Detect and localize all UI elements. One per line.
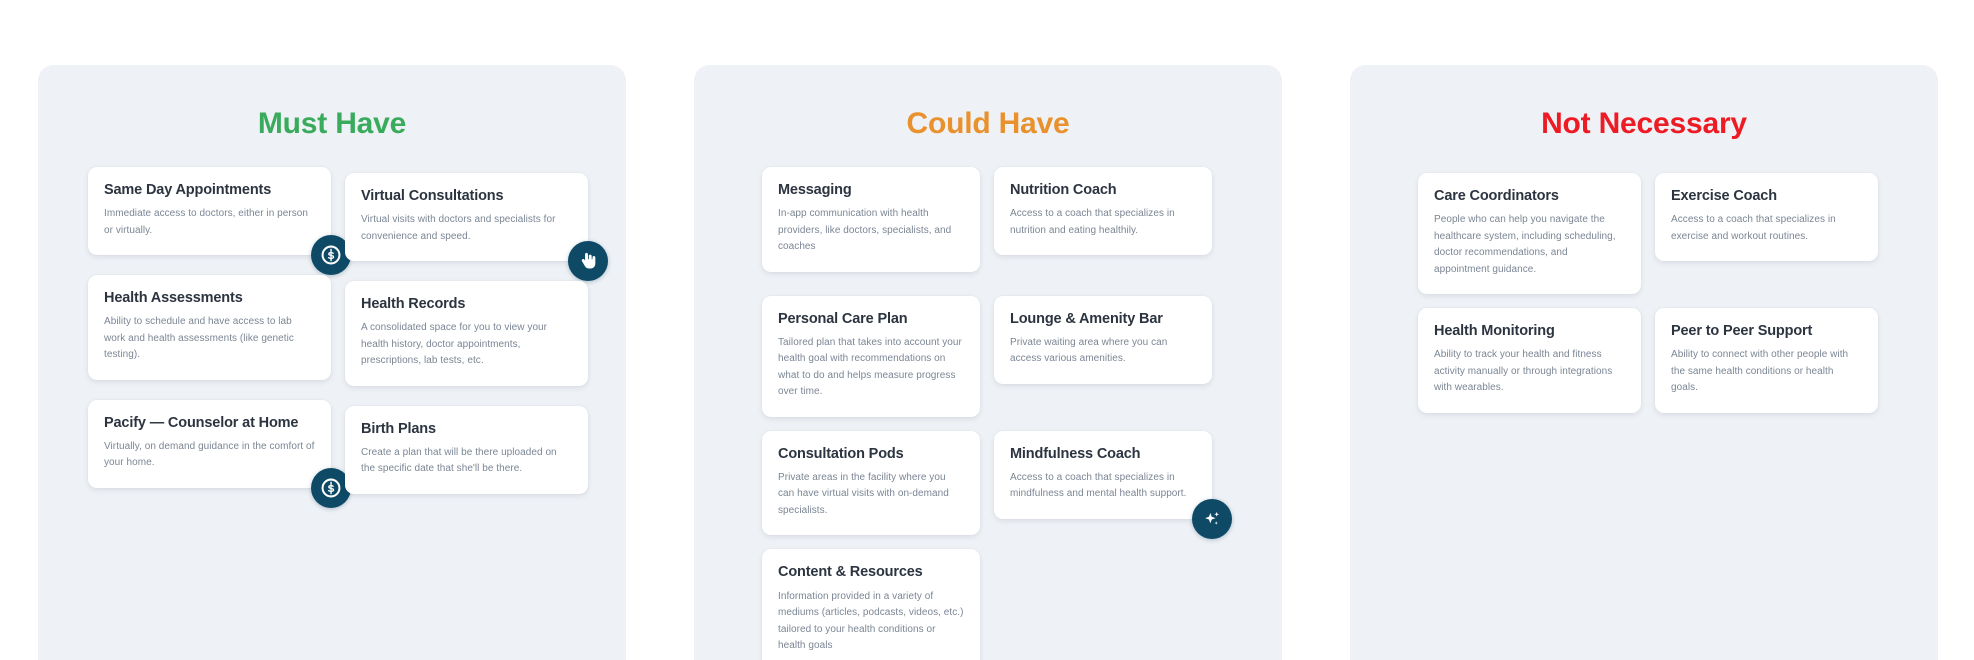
card-description: In-app communication with health provide… xyxy=(778,208,952,253)
sparkle-icon[interactable] xyxy=(1192,498,1232,539)
card-title: Lounge & Amenity Bar xyxy=(1010,310,1163,327)
card-title: Exercise Coach xyxy=(1671,188,1777,204)
card-title: Mindfulness Coach xyxy=(1010,445,1141,462)
card-birth-plans[interactable]: Birth Plans Create a plan that will be t… xyxy=(345,405,588,494)
card-grid-not-necessary: Care Coordinators People who can help yo… xyxy=(1350,167,1938,413)
card-description: Access to a coach that specializes in nu… xyxy=(1010,208,1175,236)
card-description: Tailored plan that takes into account yo… xyxy=(778,336,962,398)
card-description: Information provided in a variety of med… xyxy=(778,590,964,652)
pointing-hand-icon[interactable] xyxy=(568,241,608,282)
card-title: Health Records xyxy=(361,296,466,313)
card-same-day-appointments[interactable]: Same Day Appointments Immediate access t… xyxy=(88,167,351,276)
card-title: Content & Resources xyxy=(778,564,923,581)
card-description: Create a plan that will be there uploade… xyxy=(361,446,557,475)
card-personal-care-plan[interactable]: Personal Care Plan Tailored plan that ta… xyxy=(762,295,980,417)
card-title: Nutrition Coach xyxy=(1010,182,1117,198)
column-title-could-have: Could Have xyxy=(906,107,1070,140)
card-health-records[interactable]: Health Records A consolidated space for … xyxy=(345,281,588,386)
card-title: Consultation Pods xyxy=(778,445,904,462)
card-title: Health Assessments xyxy=(104,290,243,307)
column-must-have: Must Have Same Day Appointments Immediat… xyxy=(38,65,626,660)
card-description: Immediate access to doctors, either in p… xyxy=(104,208,309,236)
card-description: Virtually, on demand guidance in the com… xyxy=(104,440,315,469)
card-title: Health Monitoring xyxy=(1434,323,1555,340)
card-description: Ability to schedule and have access to l… xyxy=(104,316,294,361)
card-mindfulness-coach[interactable]: Mindfulness Coach Access to a coach that… xyxy=(994,430,1232,539)
card-description: A consolidated space for you to view you… xyxy=(361,322,548,367)
card-title: Same Day Appointments xyxy=(104,182,272,198)
card-pacify-counselor-at-home[interactable]: Pacify — Counselor at Home Virtually, on… xyxy=(88,399,351,508)
card-title: Care Coordinators xyxy=(1434,188,1559,204)
card-title: Birth Plans xyxy=(361,420,436,437)
card-description: Private areas in the facility where you … xyxy=(778,471,949,516)
card-health-monitoring[interactable]: Health Monitoring Ability to track your … xyxy=(1418,308,1641,413)
card-consultation-pods[interactable]: Consultation Pods Private areas in the f… xyxy=(762,430,980,536)
card-peer-to-peer-support[interactable]: Peer to Peer Support Ability to connect … xyxy=(1655,308,1878,413)
card-content-resources[interactable]: Content & Resources Information provided… xyxy=(762,549,980,660)
card-title: Virtual Consultations xyxy=(361,188,504,204)
card-exercise-coach[interactable]: Exercise Coach Access to a coach that sp… xyxy=(1655,173,1878,262)
card-description: Private waiting area where you can acces… xyxy=(1010,336,1168,365)
card-nutrition-coach[interactable]: Nutrition Coach Access to a coach that s… xyxy=(994,167,1212,256)
card-title: Personal Care Plan xyxy=(778,310,908,327)
card-description: People who can help you navigate the hea… xyxy=(1434,214,1616,275)
card-lounge-amenity-bar[interactable]: Lounge & Amenity Bar Private waiting are… xyxy=(994,295,1212,384)
card-virtual-consultations[interactable]: Virtual Consultations Virtual visits wit… xyxy=(345,173,608,282)
column-could-have: Could Have Messaging In-app communicatio… xyxy=(694,65,1282,660)
card-title: Peer to Peer Support xyxy=(1671,323,1813,340)
card-title: Messaging xyxy=(778,182,852,198)
column-title-must-have: Must Have xyxy=(257,107,407,140)
card-description: Ability to connect with other people wit… xyxy=(1671,349,1849,394)
card-description: Access to a coach that specializes in ex… xyxy=(1671,214,1836,242)
card-title: Pacify — Counselor at Home xyxy=(104,414,299,431)
column-title-not-necessary: Not Necessary xyxy=(1541,107,1747,140)
card-grid-must-have: Same Day Appointments Immediate access t… xyxy=(38,167,626,508)
prioritization-board: Must Have Same Day Appointments Immediat… xyxy=(0,0,1974,660)
card-health-assessments[interactable]: Health Assessments Ability to schedule a… xyxy=(88,275,331,380)
card-grid-could-have: Messaging In-app communication with heal… xyxy=(694,167,1282,660)
card-messaging[interactable]: Messaging In-app communication with heal… xyxy=(762,167,980,272)
card-description: Ability to track your health and fitness… xyxy=(1434,349,1613,394)
column-not-necessary: Not Necessary Care Coordinators People w… xyxy=(1350,65,1938,660)
card-care-coordinators[interactable]: Care Coordinators People who can help yo… xyxy=(1418,173,1641,295)
card-description: Virtual visits with doctors and speciali… xyxy=(361,214,556,242)
card-description: Access to a coach that specializes in mi… xyxy=(1010,471,1187,500)
